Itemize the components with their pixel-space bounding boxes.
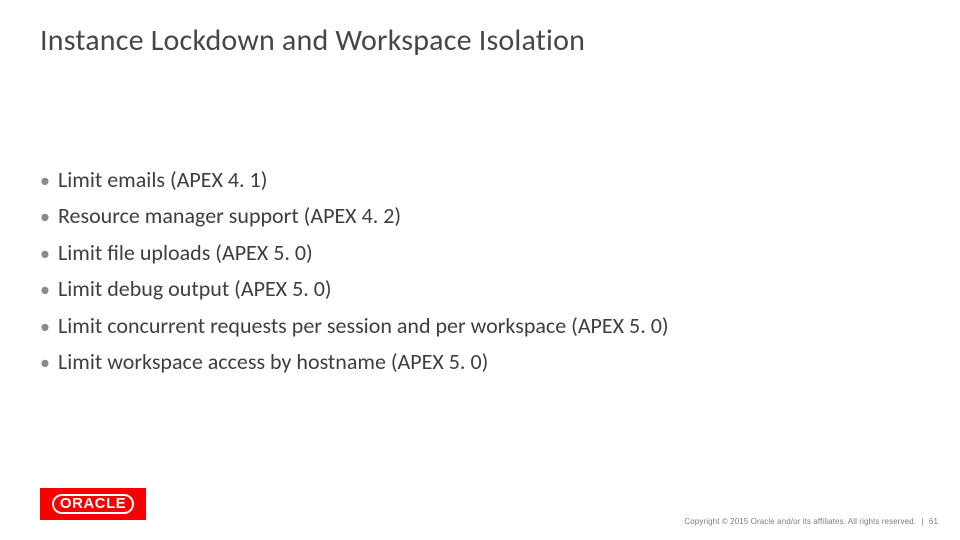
bullet-text: Limit file uploads (APEX 5. 0) [58, 238, 313, 267]
page-number: 61 [929, 517, 938, 526]
oracle-logo-text: ORACLE [52, 494, 134, 514]
bullet-text: Limit emails (APEX 4. 1) [58, 165, 267, 194]
bullet-dot-icon: • [40, 277, 50, 303]
bullet-dot-icon: • [40, 168, 50, 194]
slide-title: Instance Lockdown and Workspace Isolatio… [40, 22, 920, 59]
bullet-item: • Resource manager support (APEX 4. 2) [40, 201, 920, 230]
copyright-text: Copyright © 2015 Oracle and/or its affil… [684, 517, 916, 526]
bullet-item: • Limit workspace access by hostname (AP… [40, 347, 920, 376]
bullet-dot-icon: • [40, 241, 50, 267]
bullet-item: • Limit debug output (APEX 5. 0) [40, 274, 920, 303]
footer: Copyright © 2015 Oracle and/or its affil… [684, 517, 938, 526]
bullet-text: Resource manager support (APEX 4. 2) [58, 201, 401, 230]
footer-separator-icon: | [921, 517, 923, 526]
bullet-item: • Limit file uploads (APEX 5. 0) [40, 238, 920, 267]
slide: Instance Lockdown and Workspace Isolatio… [0, 0, 960, 540]
oracle-logo: ORACLE [40, 488, 146, 520]
bullet-item: • Limit emails (APEX 4. 1) [40, 165, 920, 194]
bullet-item: • Limit concurrent requests per session … [40, 311, 920, 340]
slide-body: • Limit emails (APEX 4. 1) • Resource ma… [40, 165, 920, 383]
bullet-dot-icon: • [40, 350, 50, 376]
bullet-dot-icon: • [40, 314, 50, 340]
bullet-text: Limit concurrent requests per session an… [58, 311, 669, 340]
bullet-dot-icon: • [40, 204, 50, 230]
bullet-text: Limit workspace access by hostname (APEX… [58, 347, 488, 376]
bullet-text: Limit debug output (APEX 5. 0) [58, 274, 332, 303]
